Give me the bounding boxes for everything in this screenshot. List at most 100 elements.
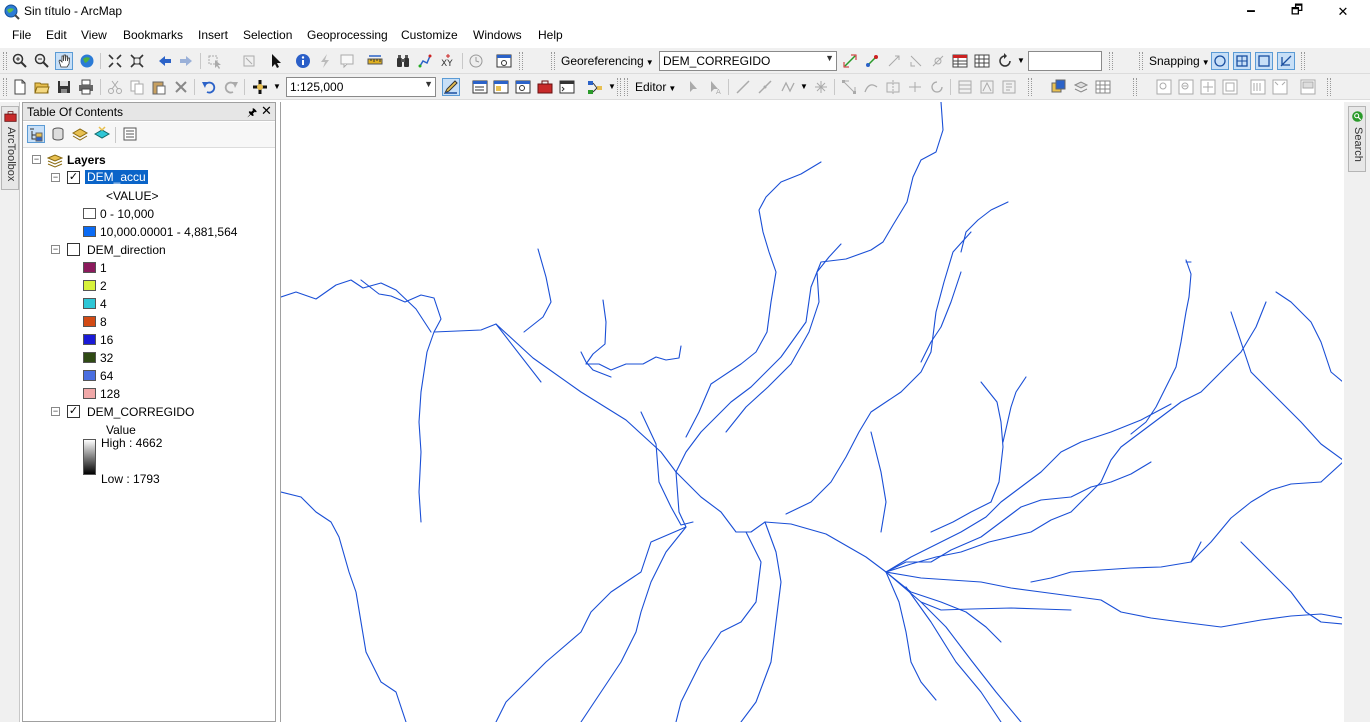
layer-visibility-checkbox[interactable]: ✓: [67, 171, 80, 184]
topology-tool-3-button[interactable]: [1094, 78, 1112, 96]
split-tool-button[interactable]: [906, 78, 924, 96]
vertex-snapping-button[interactable]: [1255, 52, 1273, 70]
search-window-button[interactable]: [514, 78, 532, 96]
georef-tool-3-button[interactable]: [885, 52, 903, 70]
arctoolbox-window-button[interactable]: [536, 78, 554, 96]
straight-segment-button[interactable]: [734, 78, 752, 96]
edit-tool-button[interactable]: [684, 78, 702, 96]
toolbar-grip[interactable]: [624, 78, 628, 96]
toolbar-grip[interactable]: [3, 52, 7, 70]
layout-zoom-out-button[interactable]: [1177, 78, 1195, 96]
table-of-contents-button[interactable]: [471, 78, 489, 96]
html-popup-button[interactable]: [338, 52, 356, 70]
clear-selection-button[interactable]: [240, 52, 258, 70]
layout-fixed-zoom-button[interactable]: [1271, 78, 1289, 96]
toolbar-grip[interactable]: [551, 52, 555, 70]
georef-layer-select[interactable]: DEM_CORREGIDO ▼: [659, 51, 837, 71]
end-snapping-button[interactable]: [1233, 52, 1251, 70]
catalog-window-button[interactable]: [492, 78, 510, 96]
redo-button[interactable]: [222, 78, 240, 96]
menu-insert[interactable]: Insert: [198, 28, 228, 42]
georef-tool-5-button[interactable]: [929, 52, 947, 70]
collapse-icon[interactable]: −: [51, 173, 60, 182]
toolbar-grip[interactable]: [1028, 78, 1032, 96]
pin-icon[interactable]: 🖈: [247, 104, 257, 123]
time-slider-button[interactable]: [467, 52, 485, 70]
python-window-button[interactable]: [558, 78, 576, 96]
arctoolbox-tab[interactable]: ArcToolbox: [1, 106, 19, 190]
find-button[interactable]: [394, 52, 412, 70]
rotate-button[interactable]: [996, 52, 1014, 70]
segment-type-dropdown[interactable]: ▼: [798, 78, 808, 92]
editor-menu[interactable]: Editor ▼: [635, 80, 676, 94]
layout-pan-button[interactable]: [1199, 78, 1217, 96]
model-builder-button[interactable]: [586, 78, 604, 96]
menu-geoprocessing[interactable]: Geoprocessing: [307, 28, 388, 42]
search-tab[interactable]: Search: [1348, 106, 1366, 172]
point-snapping-button[interactable]: [1211, 52, 1229, 70]
zoom-in-button[interactable]: [11, 52, 29, 70]
trace-button[interactable]: [779, 78, 797, 96]
go-to-xy-button[interactable]: XY: [439, 52, 457, 70]
edge-snapping-button[interactable]: [1277, 52, 1295, 70]
go-forward-button[interactable]: [177, 52, 195, 70]
collapse-icon[interactable]: −: [32, 155, 41, 164]
delete-button[interactable]: [172, 78, 190, 96]
layer-name[interactable]: DEM_direction: [87, 243, 166, 257]
add-data-button[interactable]: [251, 78, 269, 96]
print-button[interactable]: [77, 78, 95, 96]
menu-windows[interactable]: Windows: [473, 28, 522, 42]
maximize-button[interactable]: 🗗: [1274, 0, 1320, 24]
list-by-visibility-button[interactable]: [71, 125, 89, 143]
select-features-button[interactable]: [206, 52, 224, 70]
layer-name[interactable]: DEM_CORREGIDO: [87, 405, 194, 419]
toolbar-grip[interactable]: [1109, 52, 1113, 70]
layout-zoom-100-button[interactable]: [1249, 78, 1267, 96]
rotation-angle-input[interactable]: [1028, 51, 1102, 71]
undo-button[interactable]: [200, 78, 218, 96]
find-route-button[interactable]: [416, 52, 434, 70]
menu-view[interactable]: View: [81, 28, 107, 42]
georef-tool-4-button[interactable]: [907, 52, 925, 70]
toc-options-button[interactable]: [121, 125, 139, 143]
map-scale-select[interactable]: 1:125,000 ▼: [286, 77, 436, 97]
topology-tool-2-button[interactable]: [1072, 78, 1090, 96]
pan-button[interactable]: [55, 52, 73, 70]
point-tool-button[interactable]: [812, 78, 830, 96]
toolbar-grip[interactable]: [1301, 52, 1305, 70]
topology-tool-1-button[interactable]: [1050, 78, 1068, 96]
add-control-points-button[interactable]: [841, 52, 859, 70]
toolbar-grip[interactable]: [3, 78, 7, 96]
identify-button[interactable]: [294, 52, 312, 70]
cut-polygons-button[interactable]: [884, 78, 902, 96]
edit-annotation-button[interactable]: A: [706, 78, 724, 96]
layout-zoom-whole-button[interactable]: [1221, 78, 1239, 96]
toolbar-grip[interactable]: [1139, 52, 1143, 70]
close-button[interactable]: ✕: [1320, 0, 1366, 24]
toolbar-grip[interactable]: [617, 78, 621, 96]
copy-button[interactable]: [128, 78, 146, 96]
edit-vertices-button[interactable]: [840, 78, 858, 96]
toolbar-grip[interactable]: [1133, 78, 1137, 96]
georef-tool-2-button[interactable]: [863, 52, 881, 70]
rotate-dropdown[interactable]: ▼: [1015, 52, 1025, 66]
reshape-feature-button[interactable]: [862, 78, 880, 96]
collapse-icon[interactable]: −: [51, 245, 60, 254]
stream-network-map[interactable]: [281, 102, 1342, 722]
menu-bookmarks[interactable]: Bookmarks: [123, 28, 183, 42]
measure-button[interactable]: [366, 52, 384, 70]
model-builder-dropdown[interactable]: ▼: [606, 78, 616, 92]
go-back-button[interactable]: [156, 52, 174, 70]
hyperlink-button[interactable]: [316, 52, 334, 70]
list-by-selection-button[interactable]: [93, 125, 111, 143]
toc-close-icon[interactable]: ✕: [261, 103, 272, 119]
menu-edit[interactable]: Edit: [46, 28, 67, 42]
snapping-menu[interactable]: Snapping ▼: [1149, 54, 1210, 68]
map-display[interactable]: [280, 102, 1342, 722]
toolbar-grip[interactable]: [519, 52, 523, 70]
collapse-icon[interactable]: −: [51, 407, 60, 416]
rotate-tool-button[interactable]: [928, 78, 946, 96]
cut-button[interactable]: [106, 78, 124, 96]
georef-table-2-button[interactable]: [973, 52, 991, 70]
zoom-out-button[interactable]: [33, 52, 51, 70]
